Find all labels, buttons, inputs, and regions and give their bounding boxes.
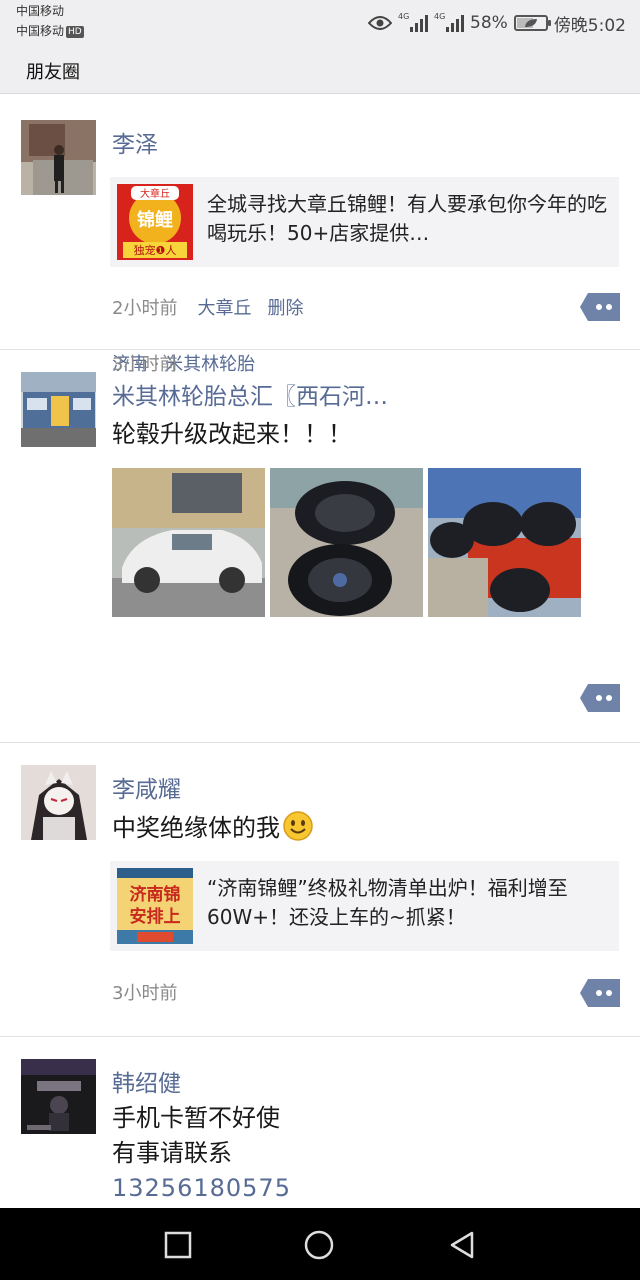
comment-button-icon[interactable] — [580, 979, 620, 1007]
post-author-name[interactable]: 李泽 — [112, 125, 158, 159]
post-author-name[interactable]: 韩绍健 — [112, 1064, 181, 1098]
avatar[interactable] — [21, 120, 96, 195]
delete-link[interactable]: 删除 — [267, 298, 303, 319]
carrier-label-1: 中国移动 — [16, 4, 65, 18]
home-icon[interactable] — [304, 1230, 334, 1260]
post-meta: 3小时前 — [112, 979, 177, 1005]
feed-post: 米其林轮胎总汇〖西石河… 轮毂升级改起来！！！ 济南 · 米其林轮胎 3小时前 — [0, 350, 640, 743]
leaf-icon — [524, 19, 537, 27]
post-meta: 2小时前 大章丘 删除 — [112, 294, 303, 320]
thumb-text-2: 锦鲤 — [137, 209, 173, 231]
network-label-2: 4G — [434, 12, 446, 21]
link-card[interactable]: 济南锦 安排上 “济南锦鲤”终极礼物清单出炉！福利增至60W+！还没上车的~抓紧… — [110, 861, 619, 951]
battery-icon — [513, 15, 551, 31]
comment-button-icon[interactable] — [580, 684, 620, 712]
status-bar: 中国移动 中国移动 HD 4G 4G 58% 傍晚5:02 — [0, 0, 640, 46]
thumb-text-1: 大章丘 — [140, 187, 170, 200]
eye-icon — [368, 16, 393, 30]
photo-grid — [112, 468, 582, 617]
link-thumbnail: 大章丘 锦鲤 独宠❶人 — [117, 184, 193, 260]
post-time: 2小时前 — [112, 298, 178, 319]
post-text-line-1: 手机卡暂不好使 — [112, 1104, 280, 1132]
post-author-name[interactable]: 李咸耀 — [112, 770, 181, 804]
link-title: “济南锦鲤”终极礼物清单出炉！福利增至60W+！还没上车的~抓紧！ — [207, 876, 568, 929]
post-text-line-2: 有事请联系 — [112, 1139, 232, 1167]
carrier-label-2-text: 中国移动 — [16, 24, 65, 38]
clock: 傍晚5:02 — [553, 15, 626, 36]
system-nav-bar — [0, 1208, 640, 1280]
post-photo[interactable] — [112, 468, 265, 617]
battery-percent: 58% — [470, 13, 508, 33]
link-card[interactable]: 大章丘 锦鲤 独宠❶人 全城寻找大章丘锦鲤！有人要承包你今年的吃喝玩乐！50+店… — [110, 177, 619, 267]
hd-badge: HD — [66, 26, 84, 38]
network-label-1: 4G — [398, 12, 410, 21]
post-time: 3小时前 — [112, 354, 178, 375]
smile-emoji-icon — [283, 811, 313, 841]
post-location[interactable]: 大章丘 — [197, 298, 251, 319]
feed-post: 李泽 大章丘 锦鲤 独宠❶人 全城寻找大章丘锦鲤！有人要承包你今年的吃喝玩乐！5… — [0, 98, 640, 350]
avatar[interactable] — [21, 372, 96, 447]
feed-post: 李咸耀 中奖绝缘体的我 济南锦 安排上 “济南锦鲤”终极礼物清单出炉！福利增至6… — [0, 743, 640, 1037]
avatar[interactable] — [21, 1059, 96, 1134]
thumb-text-1: 济南锦 — [130, 884, 181, 905]
post-text: 轮毂升级改起来！！！ — [112, 420, 352, 448]
post-text-content: 中奖绝缘体的我 — [112, 814, 280, 842]
signal-icon-2: 4G — [434, 12, 465, 32]
title-bar: 朋友圈 — [0, 46, 640, 94]
page-title[interactable]: 朋友圈 — [26, 58, 80, 84]
post-text: 手机卡暂不好使 有事请联系 13256180575 — [112, 1101, 291, 1206]
post-photo[interactable] — [428, 468, 581, 617]
avatar[interactable] — [21, 765, 96, 840]
link-thumbnail: 济南锦 安排上 — [117, 868, 193, 944]
post-author-name[interactable]: 米其林轮胎总汇〖西石河… — [112, 377, 388, 411]
post-text: 中奖绝缘体的我 — [112, 810, 314, 846]
status-icons: 4G 4G 58% 傍晚5:02 — [368, 10, 626, 36]
feed-post: 韩绍健 手机卡暂不好使 有事请联系 13256180575 — [0, 1037, 640, 1237]
recent-apps-icon[interactable] — [163, 1230, 193, 1260]
post-time: 3小时前 — [112, 983, 178, 1004]
phone-number-link[interactable]: 13256180575 — [112, 1171, 291, 1206]
thumb-text-3: 独宠❶人 — [134, 243, 177, 257]
post-meta: 3小时前 — [112, 350, 177, 376]
comment-button-icon[interactable] — [580, 293, 620, 321]
thumb-text-2: 安排上 — [130, 906, 181, 927]
signal-icon-1: 4G — [398, 12, 429, 32]
post-photo[interactable] — [270, 468, 423, 617]
carrier-label-2: 中国移动 HD — [16, 24, 84, 38]
back-icon[interactable] — [447, 1230, 477, 1260]
link-title: 全城寻找大章丘锦鲤！有人要承包你今年的吃喝玩乐！50+店家提供… — [207, 192, 607, 245]
